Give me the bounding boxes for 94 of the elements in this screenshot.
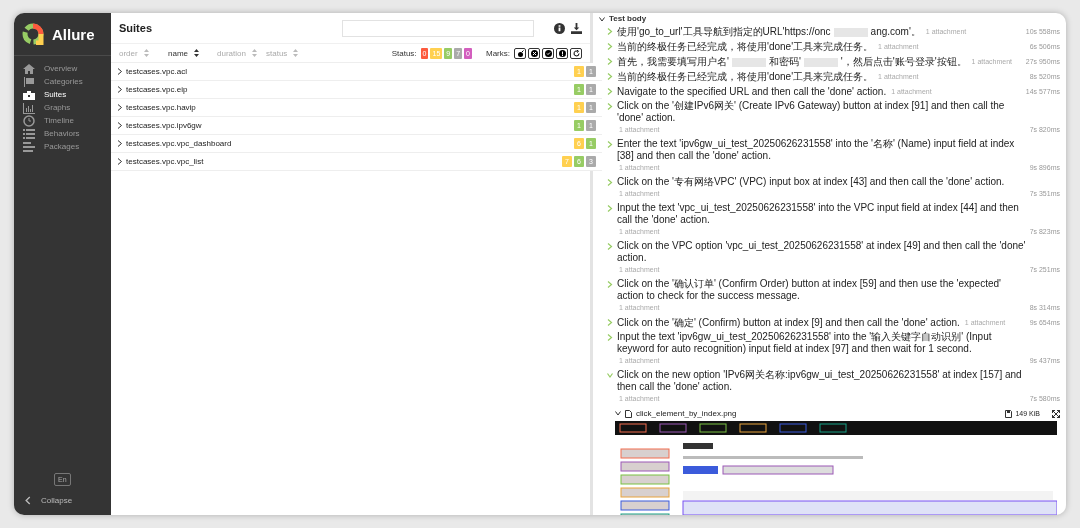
step-text: Click on the '专有网络VPC' (VPC) input box at index [43] and then call the 'done' action. (617, 176, 1005, 188)
chevron-right-icon[interactable] (607, 73, 613, 80)
step-text: Click on the VPC option 'vpc_ui_test_20250626231558' at index [49] and then call the 'done' action. (617, 240, 1026, 264)
chevron-right-icon[interactable] (607, 43, 613, 50)
bar-chart-icon (23, 101, 35, 114)
file-icon (625, 409, 632, 418)
brand-name: Allure (52, 25, 95, 43)
chevron-right-icon (117, 86, 123, 93)
step-text: Input the text 'ipv6gw_ui_test_20250626231558' into the '输入关键字自动识别' (Input keyword for auto recognition) input field at index [97] and then wait for 1 second. (617, 331, 993, 355)
chevron-left-icon (24, 496, 31, 505)
step-text: 当前的终极任务已经完成，将使用'done'工具来完成任务。 (617, 41, 874, 53)
suite-name: testcases.vpc.havip (126, 103, 197, 112)
chevron-right-icon (117, 68, 123, 75)
section-header[interactable]: Test body (599, 13, 647, 24)
mark-filter-button[interactable] (514, 47, 526, 59)
bomb-icon (516, 49, 524, 57)
expand-icon[interactable] (1052, 409, 1060, 418)
chevron-right-icon[interactable] (607, 179, 613, 186)
file-name: click_element_by_index.png (636, 409, 737, 418)
check-circle-icon (544, 49, 552, 57)
chevron-right-icon[interactable] (607, 334, 613, 341)
step-text: Click on the '确认订单' (Confirm Order) button at index [59] and then use the 'expected' action to check for the success message. (617, 278, 1002, 302)
redaction-block (731, 57, 766, 67)
marks-label: Marks: (486, 48, 510, 58)
lines-icon (23, 140, 35, 153)
chevron-right-icon[interactable] (607, 319, 613, 326)
step-text: 使用'go_to_url'工具导航到指定的URL'https://onc (617, 26, 831, 38)
chevron-right-icon[interactable] (607, 281, 613, 288)
sort-icon (293, 49, 299, 57)
step-text: Click on the '确定' (Confirm) button at index [9] and then call the 'done' action. (617, 317, 960, 329)
refresh-icon (572, 49, 580, 57)
suite-name: testcases.vpc.vpc_dashboard (126, 139, 233, 148)
chevron-right-icon[interactable] (607, 243, 613, 250)
chevron-right-icon (117, 158, 123, 165)
flag-icon (23, 75, 35, 88)
step-text: '，然后点击'账号登录'按钮。 (840, 56, 967, 68)
suite-name: testcases.vpc.eip (126, 85, 189, 94)
redaction-block (803, 57, 838, 67)
cross-circle-icon (530, 49, 538, 57)
mark-filter-button[interactable] (542, 47, 554, 59)
home-icon (23, 62, 35, 75)
step-text: 当前的终极任务已经完成，将使用'done'工具来完成任务。 (617, 71, 874, 83)
step-text: ang.com'。 (870, 26, 921, 38)
sort-button[interactable]: name (168, 48, 217, 58)
suite-name: testcases.vpc.vpc_list (126, 157, 205, 166)
mark-filter-button[interactable] (528, 47, 540, 59)
sort-icon (251, 49, 257, 57)
chevron-right-icon[interactable] (607, 58, 613, 65)
step-text: Click on the new option 'IPv6网关名称:ipv6gw_ui_test_20250626231558' at index [157] and then call the 'done' action. (617, 369, 1023, 393)
nav-item[interactable]: Suites (14, 88, 111, 101)
nav-item[interactable]: Packages (14, 140, 111, 153)
mark-filter-button[interactable] (556, 47, 568, 59)
mark-filter-button[interactable] (570, 47, 582, 59)
step-text: Input the text 'vpc_ui_test_20250626231558' into the VPC input field at index [44] and then call the 'done' action. (617, 202, 1020, 226)
clock-icon (23, 114, 35, 127)
step-text: 和密码' (768, 56, 801, 68)
nav-item[interactable]: Behaviors (14, 127, 111, 140)
step-text: 首先，我需要填写用户名' (617, 56, 729, 68)
search-field[interactable] (342, 19, 534, 37)
step-text: Click on the '创建IPv6网关' (Create IPv6 Gateway) button at index [91] and then call the 'done' action. (617, 100, 1006, 124)
briefcase-icon (23, 88, 35, 101)
chevron-right-icon[interactable] (607, 28, 613, 35)
chevron-right-icon (117, 104, 123, 111)
download-icon[interactable] (571, 22, 582, 34)
exclamation-circle-icon (558, 49, 566, 57)
save-icon (1005, 409, 1013, 418)
sort-button[interactable]: status (266, 48, 315, 58)
nav-item[interactable]: Categories (14, 75, 111, 88)
chevron-down-icon (599, 16, 605, 23)
chevron-down-icon[interactable] (615, 411, 621, 416)
collapse-button[interactable]: Collapse (14, 496, 83, 505)
nav-item[interactable]: Timeline (14, 114, 111, 127)
sort-icon (194, 49, 199, 57)
logo-icon (22, 23, 44, 45)
chevron-right-icon[interactable] (607, 205, 613, 212)
chevron-right-icon (117, 140, 123, 147)
chevron-right-icon[interactable] (607, 141, 613, 148)
chevron-right-icon[interactable] (607, 88, 613, 95)
suite-name: testcases.vpc.ipv6gw (126, 121, 203, 130)
step-text: Navigate to the specified URL and then call the 'done' action. (617, 86, 887, 98)
step-text: Enter the text 'ipv6gw_ui_test_20250626231558' into the '名称' (Name) input field at index [38] and then call the 'done' action. (617, 138, 1016, 162)
sort-icon (143, 49, 149, 57)
chevron-right-icon[interactable] (607, 103, 613, 110)
redaction-block (833, 27, 868, 37)
nav-item[interactable]: Overview (14, 62, 111, 75)
status-label: Status: (391, 48, 417, 58)
sort-button[interactable]: order (119, 48, 168, 58)
page-title: Suites (119, 22, 153, 34)
info-icon[interactable] (554, 22, 565, 34)
list-icon (23, 127, 35, 140)
chevron-right-icon (117, 122, 123, 129)
nav-item[interactable]: Graphs (14, 101, 111, 114)
suite-name: testcases.vpc.acl (126, 67, 188, 76)
sort-button[interactable]: duration (217, 48, 266, 58)
